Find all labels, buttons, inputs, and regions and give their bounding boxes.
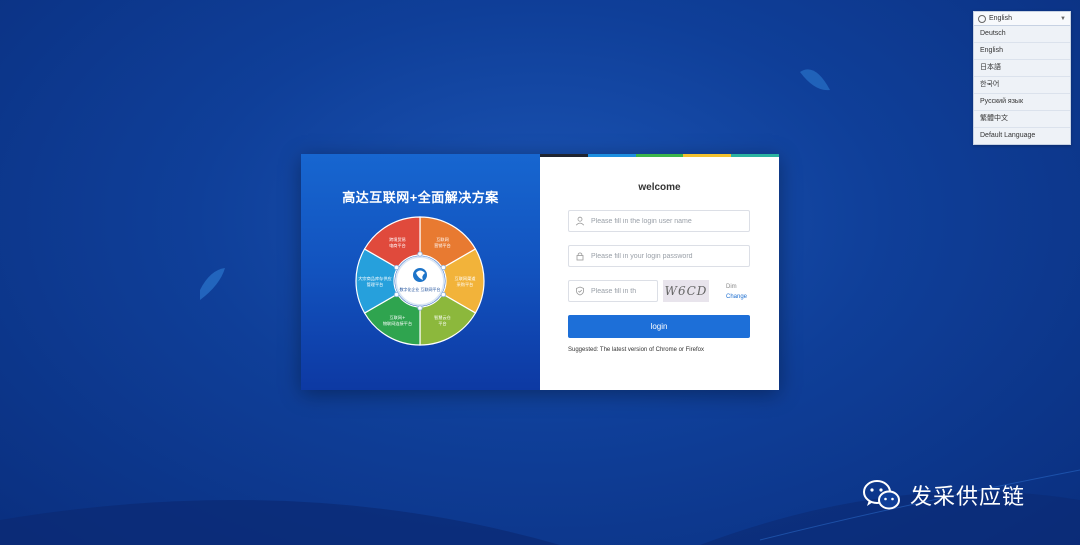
wechat-icon [863,480,900,510]
wheel-segment-label: 电商平台 [389,242,406,249]
chevron-down-icon: ▼ [1060,15,1066,22]
language-current-label: English [989,15,1012,22]
captcha-image[interactable]: W6CD [663,280,709,302]
login-panel: welcome W6CD Dim Change login Suggested [540,154,779,390]
wheel-node-dot [440,264,446,271]
browser-suggestion: Suggested: The latest version of Chrome … [568,347,704,353]
wheel-node-dot [417,305,423,311]
watermark-text: 发采供应链 [910,485,1026,510]
login-card: 高达互联网+全面解决方案 互联网 营销平台互联网渠道 采购平台智慧云仓 平台 互联网+ 物… [301,154,779,390]
wheel-node-dot [394,291,400,298]
stripe-segment [731,154,779,157]
lock-icon [569,245,591,267]
language-option-english[interactable]: English [974,43,1070,60]
stripe-segment [587,154,636,157]
username-field-wrapper [568,210,750,232]
banner-title: 高达互联网+全面解决方案 [342,190,499,205]
wheel-segment-label: 跨境贸易 [389,236,406,243]
wheel-segment-label: 互联网渠道 [455,275,477,282]
captcha-input[interactable] [591,287,657,295]
wheel-center-label: 数字化企业 互联网平台 [399,286,440,292]
language-option-deutsch[interactable]: Deutsch [974,26,1070,43]
language-option-traditional-chinese[interactable]: 繁體中文 [974,111,1070,128]
captcha-change-link[interactable]: Change [726,292,747,302]
language-option-korean[interactable]: 한국어 [974,77,1070,94]
captcha-controls: Dim Change [726,282,747,302]
language-option-japanese[interactable]: 日本語 [974,60,1070,77]
shield-icon [569,280,591,302]
language-option-russian[interactable]: Русский язык [974,94,1070,111]
stripe-segment [683,154,732,157]
captcha-dim-label: Dim [726,284,737,290]
wheel-segment-label: 营销平台 [434,242,451,249]
wheel-node-dot [394,264,400,271]
wheel-segment-label: 互联网+ [389,314,406,321]
stripe-segment [540,154,588,157]
language-select[interactable]: English ▼ [974,12,1070,26]
wheel-segment-label: 大宗商品库存供应 [358,275,392,282]
wheel-segment-label: 智慧云仓 [434,314,452,321]
wheel-segment-label: 互联网 [436,236,449,243]
banner-panel: 高达互联网+全面解决方案 互联网 营销平台互联网渠道 采购平台智慧云仓 平台 互联网+ 物… [301,154,540,390]
language-dropdown[interactable]: English ▼ Deutsch English 日本語 한국어 Русски… [973,11,1071,145]
captcha-field-wrapper [568,280,658,302]
wheel-segment-label: 物联网连接平台 [383,320,412,327]
wheel-node-dot [417,251,423,257]
logo-icon [413,268,427,282]
user-icon [569,210,591,232]
wheel-node-dot [440,291,446,298]
welcome-heading: welcome [638,182,681,193]
stripe-segment [635,154,684,157]
color-stripe [540,154,779,157]
solutions-wheel: 互联网营销平台互联网渠道采购平台智慧云仓平台 互联网+物联网连接平台 大宗商品库存供… [355,216,485,346]
wheel-segment-label: 采购平台 [457,281,474,288]
password-input[interactable] [591,252,749,260]
globe-icon [978,14,986,23]
login-button[interactable]: login [568,315,750,338]
watermark: 发采供应链 [862,478,1025,512]
wheel-segment-label: 管理平台 [367,281,384,288]
language-option-default[interactable]: Default Language [974,128,1070,144]
wheel-segment-label: 平台 [438,320,446,327]
username-input[interactable] [591,217,749,225]
password-field-wrapper [568,245,750,267]
